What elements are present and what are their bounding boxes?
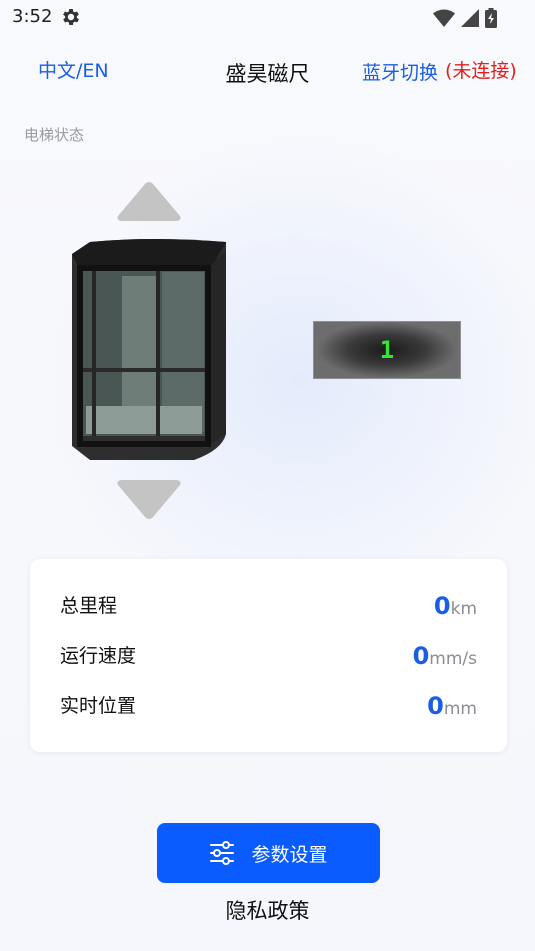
stat-value: 0 (427, 692, 444, 720)
top-bar: 中文/EN 盛昊磁尺 蓝牙切换 (未连接) (0, 52, 535, 92)
elevator-car-icon (72, 239, 226, 460)
stat-row-speed: 运行速度 0mm/s (60, 641, 477, 671)
bluetooth-status: (未连接) (445, 60, 517, 82)
stat-unit: km (450, 599, 477, 619)
stat-unit: mm (443, 699, 477, 719)
down-arrow-icon (117, 480, 181, 519)
stat-row-total-distance: 总里程 0km (60, 591, 477, 621)
stat-unit: mm/s (429, 649, 477, 669)
elevator-status-label: 电梯状态 (24, 126, 85, 144)
stat-label: 总里程 (60, 595, 118, 617)
status-time: 3:52 (12, 6, 53, 27)
gear-icon (63, 9, 79, 25)
wifi-icon (433, 9, 455, 27)
stat-value: 0 (433, 592, 451, 620)
parameter-settings-button[interactable]: 参数设置 (157, 823, 380, 883)
floor-display: 1 (313, 321, 461, 379)
stats-card: 总里程 0km 运行速度 0mm/s 实时位置 0mm (30, 559, 507, 752)
privacy-policy-link[interactable]: 隐私政策 (0, 895, 535, 925)
bluetooth-toggle[interactable]: 蓝牙切换 (362, 58, 438, 85)
stat-row-position: 实时位置 0mm (60, 691, 477, 721)
up-arrow-icon (117, 182, 181, 221)
sliders-icon (210, 841, 235, 865)
cell-signal-icon (461, 9, 479, 27)
settings-button-label: 参数设置 (251, 843, 328, 866)
current-floor-number: 1 (379, 336, 395, 364)
stat-value: 0 (412, 642, 430, 670)
status-bar: 3:52 (0, 0, 535, 36)
stat-label: 实时位置 (60, 695, 137, 717)
stat-label: 运行速度 (60, 645, 137, 667)
battery-charging-icon (485, 8, 497, 28)
